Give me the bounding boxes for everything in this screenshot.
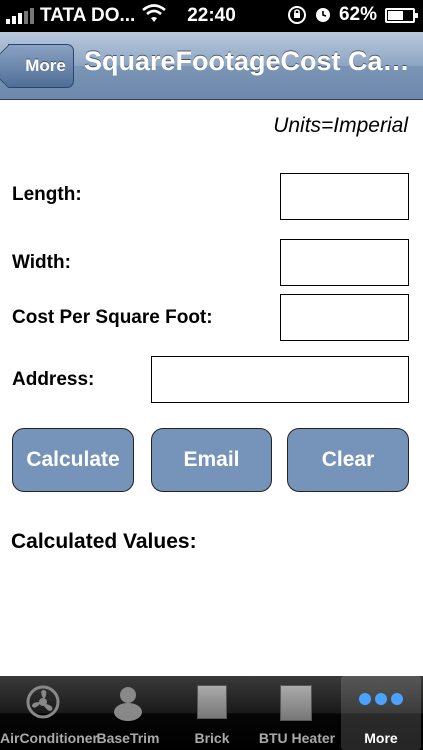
tab-brick[interactable]: Brick	[170, 676, 254, 750]
fan-icon	[26, 685, 60, 719]
email-button[interactable]: Email	[151, 428, 272, 492]
tab-label: Brick	[194, 730, 230, 746]
address-input[interactable]	[151, 356, 409, 403]
tab-btu-heater[interactable]: BTU Heater	[254, 676, 340, 750]
length-label: Length:	[12, 184, 82, 205]
width-input[interactable]	[280, 239, 409, 286]
tab-more[interactable]: More	[341, 676, 421, 750]
back-button-label: More	[25, 56, 66, 75]
width-label: Width:	[12, 252, 71, 273]
rotation-lock-icon	[287, 6, 306, 24]
address-label: Address:	[12, 369, 95, 390]
tab-label: BTU Heater	[258, 730, 336, 746]
page-title: SquareFootageCost Calculator	[84, 46, 416, 76]
back-button[interactable]: More	[8, 44, 74, 88]
tab-bar: AirConditioner BaseTrim Brick BTU Heater…	[0, 676, 423, 750]
square-icon	[280, 685, 312, 721]
tab-basetrim[interactable]: BaseTrim	[86, 676, 170, 750]
calculate-button[interactable]: Calculate	[12, 428, 134, 492]
battery-icon	[385, 7, 418, 23]
navigation-bar: More SquareFootageCost Calculator	[0, 32, 423, 100]
more-dots-icon	[359, 693, 403, 705]
person-icon	[114, 687, 142, 721]
cost-per-square-foot-input[interactable]	[280, 294, 409, 341]
tab-label: AirConditioner	[0, 730, 98, 746]
tab-airconditioner[interactable]: AirConditioner	[0, 676, 98, 750]
units-label: Units=Imperial	[273, 114, 408, 137]
length-input[interactable]	[280, 173, 409, 220]
alarm-clock-icon	[315, 8, 330, 22]
square-icon	[197, 685, 227, 719]
status-bar: TATA DO... 22:40 62%	[0, 0, 423, 32]
clear-button[interactable]: Clear	[287, 428, 409, 492]
cost-per-square-foot-label: Cost Per Square Foot:	[12, 307, 213, 328]
tab-label: BaseTrim	[96, 730, 160, 746]
battery-percent: 62%	[338, 4, 377, 25]
calculated-values-heading: Calculated Values:	[11, 530, 197, 553]
battery-fill	[388, 10, 403, 20]
tab-label: More	[364, 730, 398, 746]
